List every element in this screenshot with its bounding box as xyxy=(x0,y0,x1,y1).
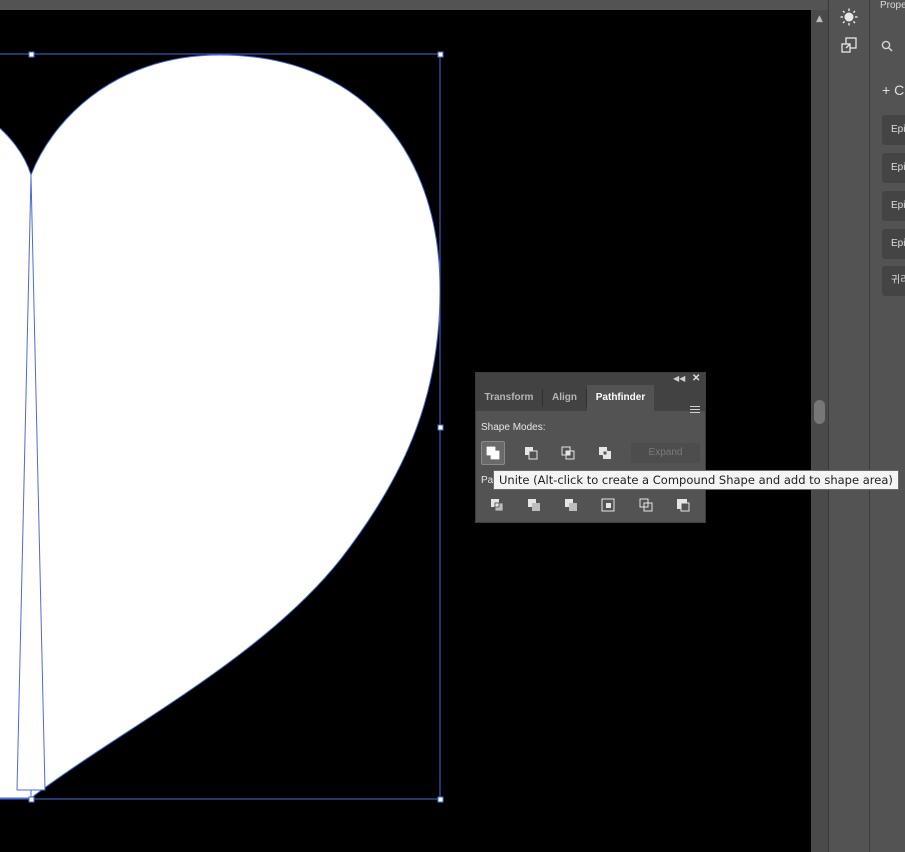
properties-panel-title[interactable]: Prope xyxy=(880,0,905,11)
minus-front-icon[interactable] xyxy=(519,441,543,465)
panel-dock-strip xyxy=(828,0,869,852)
selection-handle-top-center[interactable] xyxy=(28,51,35,58)
selection-handle-middle-right[interactable] xyxy=(437,424,444,431)
close-icon[interactable]: ✕ xyxy=(692,373,700,385)
chevron-up-icon[interactable]: ▲ xyxy=(811,12,828,26)
library-item[interactable]: Epi xyxy=(882,229,905,259)
library-item[interactable]: 귀리 xyxy=(882,266,905,296)
pathfinder-panel: ◀◀ ✕ Transform Align Pathfinder Shape Mo… xyxy=(475,372,706,523)
document-top-bar xyxy=(0,0,828,10)
panel-tab-bar: Transform Align Pathfinder xyxy=(476,385,705,413)
panel-drag-bar[interactable]: ◀◀ ✕ xyxy=(476,373,705,385)
artboard-export-icon[interactable] xyxy=(838,34,860,56)
double-chevron-left-icon[interactable]: ◀◀ xyxy=(673,373,685,385)
intersect-icon[interactable] xyxy=(556,441,580,465)
divide-icon[interactable] xyxy=(485,493,509,517)
library-item[interactable]: Epi xyxy=(882,191,905,221)
selection-handle-bottom-center[interactable] xyxy=(28,796,35,803)
tab-align[interactable]: Align xyxy=(543,385,586,411)
outline-icon[interactable] xyxy=(634,493,658,517)
expand-button[interactable]: Expand xyxy=(631,443,700,463)
trim-icon[interactable] xyxy=(522,493,546,517)
shape-modes-label: Shape Modes: xyxy=(481,422,546,433)
library-item[interactable]: Epi xyxy=(882,153,905,183)
properties-panel: Prope + C Epi Epi Epi Epi 귀리 xyxy=(869,0,905,852)
heart-right-half[interactable] xyxy=(30,54,441,800)
search-icon[interactable] xyxy=(881,40,905,58)
sun-icon[interactable] xyxy=(838,6,860,28)
merge-icon[interactable] xyxy=(559,493,583,517)
hamburger-menu-icon[interactable] xyxy=(690,406,700,415)
new-item-button[interactable]: + C xyxy=(882,82,904,98)
library-item[interactable]: Epi xyxy=(882,115,905,145)
selection-handle-bottom-right[interactable] xyxy=(437,796,444,803)
vertical-scrollbar[interactable]: ▲ xyxy=(811,10,828,852)
exclude-icon[interactable] xyxy=(593,441,617,465)
tab-pathfinder[interactable]: Pathfinder xyxy=(587,385,654,411)
tab-transform[interactable]: Transform xyxy=(476,385,542,411)
selection-handle-top-right[interactable] xyxy=(437,51,444,58)
unite-tooltip: Unite (Alt-click to create a Compound Sh… xyxy=(493,470,899,490)
unite-icon[interactable] xyxy=(481,441,505,465)
scrollbar-thumb[interactable] xyxy=(814,400,825,424)
crop-icon[interactable] xyxy=(596,493,620,517)
pathfinders-label: Pa xyxy=(481,475,494,486)
minus-back-icon[interactable] xyxy=(671,493,695,517)
